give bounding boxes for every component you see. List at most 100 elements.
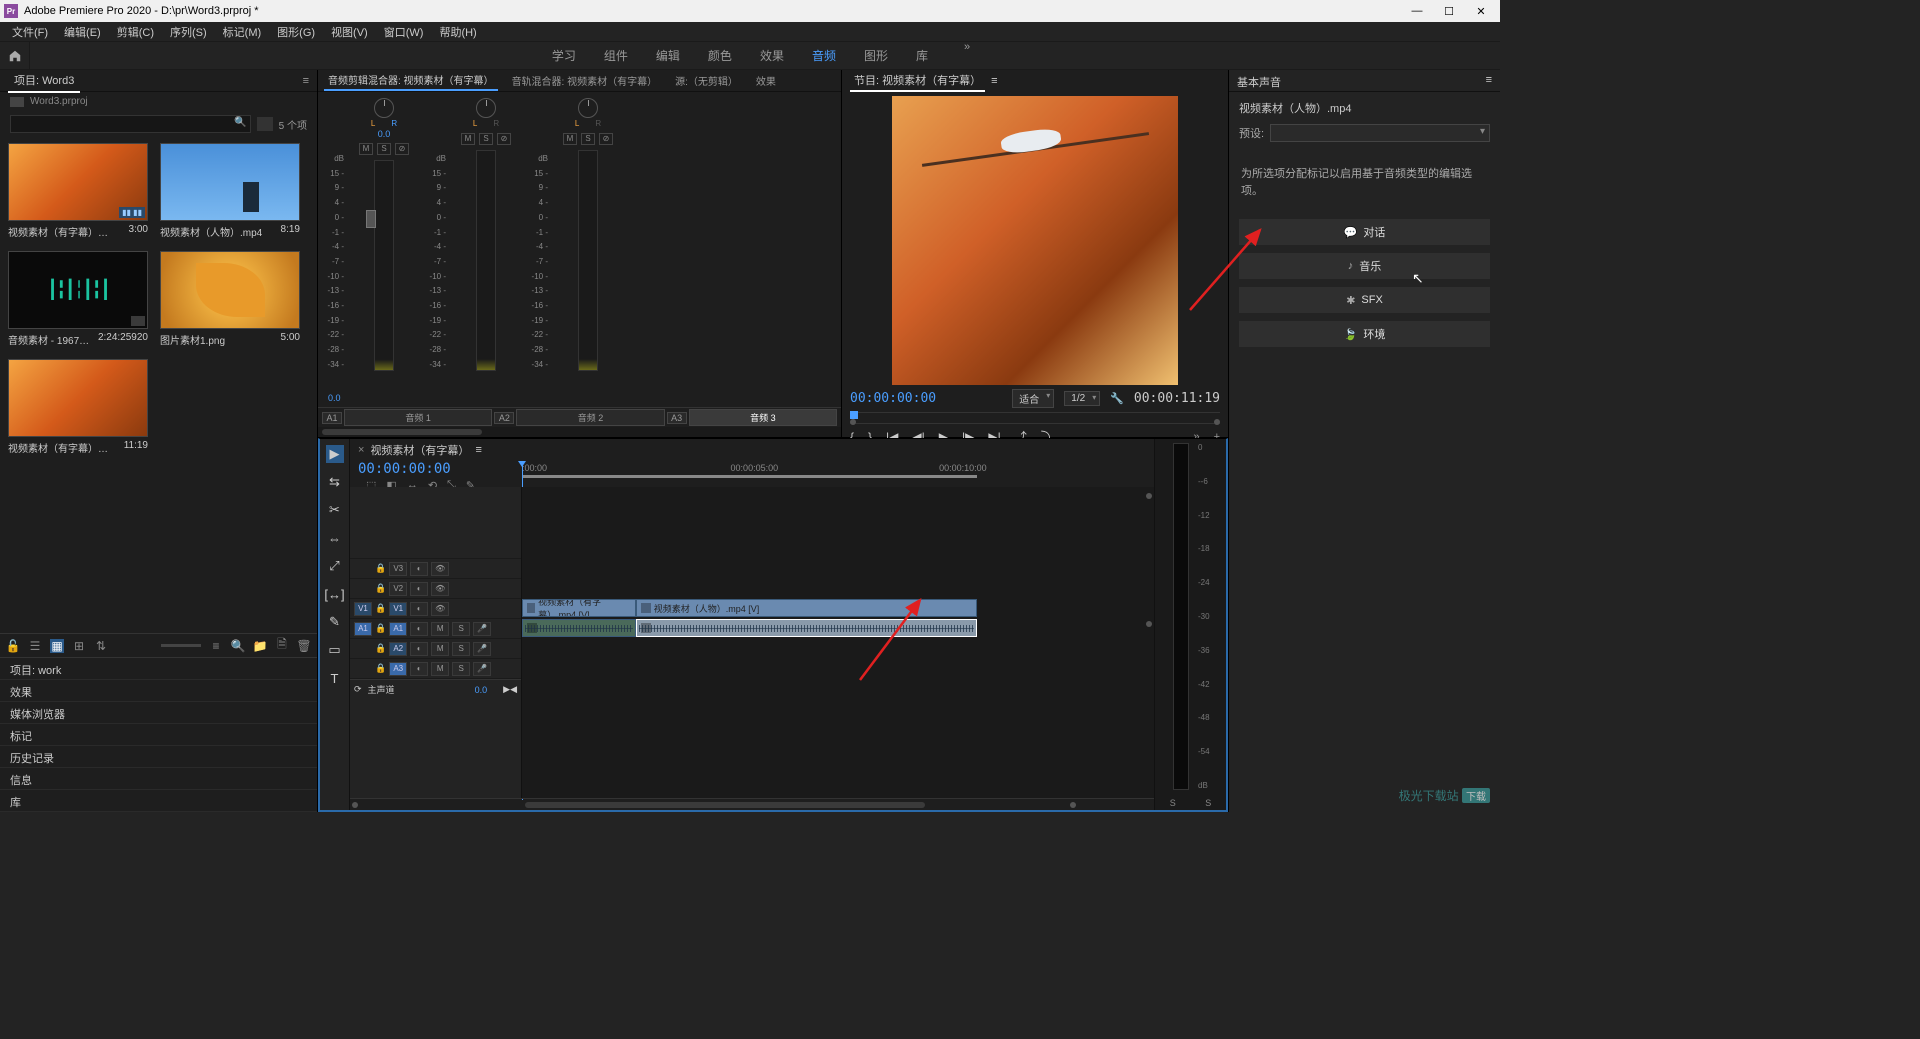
work-area-bar[interactable] [522,475,977,478]
track-name[interactable]: 音频 1 [344,409,492,426]
track-select-tool[interactable]: ⇆ [326,473,344,491]
solo-button[interactable]: S [581,133,595,145]
solo-indicator[interactable]: S [1170,798,1176,808]
solo-button[interactable]: S [452,662,470,676]
program-viewport[interactable] [892,96,1178,385]
track-target[interactable]: V2 [389,582,407,596]
rectangle-tool[interactable]: ▭ [326,641,344,659]
solo-button[interactable]: S [479,133,493,145]
program-tab[interactable]: 节目: 视频素材（有字幕） [850,70,985,92]
volume-fader[interactable] [366,210,376,228]
source-patch[interactable]: V1 [354,602,372,616]
lock-icon[interactable]: 🔒 [375,563,386,574]
solo-button[interactable]: S [377,143,391,155]
menu-sequence[interactable]: 序列(S) [164,22,213,42]
lock-icon[interactable]: 🔒 [375,603,386,614]
mute-button[interactable]: M [431,622,449,636]
slip-tool[interactable]: ⤢ [326,557,344,575]
track-target[interactable]: A3 [389,662,407,676]
pan-value[interactable]: 0.0 [378,129,391,139]
sequence-close[interactable]: × [358,444,364,456]
track-target[interactable]: A1 [389,622,407,636]
list-view-button[interactable]: ☰ [28,639,42,653]
lock-icon[interactable]: 🔒 [375,663,386,674]
solo-button[interactable]: S [452,622,470,636]
preset-dropdown[interactable] [1270,124,1490,142]
project-tab[interactable]: 项目: Word3 [8,69,80,93]
sync-lock[interactable]: ◐ [410,582,428,596]
bin-item[interactable]: ▮▮ ▮▮ 视频素材（有字幕）…3:00 [8,143,148,239]
pan-knob[interactable] [476,98,496,118]
panel-menu-button[interactable]: ≡ [991,75,997,87]
mixer-tab-source[interactable]: 源:（无剪辑） [671,71,742,90]
bypass-button[interactable]: ⊘ [497,133,511,145]
zoom-dropdown[interactable]: 适合 [1012,389,1054,408]
workspace-editing[interactable]: 编辑 [652,41,684,70]
pan-knob[interactable] [374,98,394,118]
mute-button[interactable]: M [431,662,449,676]
lock-icon[interactable]: 🔒 [375,623,386,634]
solo-indicator[interactable]: S [1205,798,1211,808]
track-target[interactable]: V3 [389,562,407,576]
panel-tab-libraries[interactable]: 库 [0,790,317,812]
freeform-view-button[interactable]: ⊞ [72,639,86,653]
new-item-button[interactable]: 🗎 [275,639,289,653]
delete-button[interactable]: 🗑 [297,639,311,653]
find-button[interactable]: 🔍 [231,639,245,653]
track-target[interactable]: A2 [389,642,407,656]
video-clip[interactable]: 视频素材（有字幕）.mp4 [V] [522,599,636,617]
eye-icon[interactable]: 👁 [431,582,449,596]
mute-button[interactable]: M [461,133,475,145]
sfx-button[interactable]: ✱SFX [1239,287,1490,313]
workspace-color[interactable]: 颜色 [704,41,736,70]
new-bin-button[interactable]: 📁 [253,639,267,653]
panel-tab-info[interactable]: 信息 [0,768,317,790]
music-button[interactable]: ♪音乐 [1239,253,1490,279]
playhead-icon[interactable] [850,411,858,419]
sequence-name[interactable]: 视频素材（有字幕） [370,442,469,458]
selection-tool[interactable]: ▶ [326,445,344,463]
mixer-tab-track[interactable]: 音轨混合器: 视频素材（有字幕） [508,71,662,90]
lock-icon[interactable]: 🔒 [375,643,386,654]
icon-view-button[interactable]: ▦ [50,639,64,653]
bin-item[interactable]: 视频素材（人物）.mp48:19 [160,143,300,239]
voice-over-button[interactable]: 🎤 [473,642,491,656]
ripple-tool[interactable]: ✂ [326,501,344,519]
marker-icon[interactable]: ▶◀ [503,684,517,695]
bin-item[interactable]: 视频素材（有字幕）…11:19 [8,359,148,455]
timeline-timecode[interactable]: 00:00:00:00 [358,461,514,477]
home-button[interactable] [0,42,30,69]
workspace-assembly[interactable]: 组件 [600,41,632,70]
voice-over-button[interactable]: 🎤 [473,622,491,636]
panel-tab-media-browser[interactable]: 媒体浏览器 [0,702,317,724]
program-scrubber[interactable] [850,412,1220,424]
ambience-button[interactable]: 🍃环境 [1239,321,1490,347]
panel-tab-markers[interactable]: 标记 [0,724,317,746]
menu-edit[interactable]: 编辑(E) [58,22,107,42]
window-maximize-button[interactable]: ☐ [1442,5,1456,18]
track-target[interactable]: V1 [389,602,407,616]
menu-help[interactable]: 帮助(H) [433,22,482,42]
video-clip[interactable]: 视频素材（人物）.mp4 [V] [636,599,977,617]
iconview-button[interactable] [257,117,273,131]
timecode-current[interactable]: 00:00:00:00 [850,391,936,406]
pen-tool[interactable]: [↔] [326,585,344,603]
sync-lock[interactable]: ◐ [410,662,428,676]
lock-icon[interactable]: 🔒 [375,583,386,594]
window-close-button[interactable]: ✕ [1474,5,1488,18]
track-name[interactable]: 音频 3 [689,409,837,426]
menu-window[interactable]: 窗口(W) [378,22,430,42]
voice-over-button[interactable]: 🎤 [473,662,491,676]
mixer-scrollbar[interactable] [318,427,841,437]
bypass-button[interactable]: ⊘ [599,133,613,145]
audio-clip-selected[interactable] [636,619,977,637]
panel-tab-effects[interactable]: 效果 [0,680,317,702]
workspace-learn[interactable]: 学习 [548,41,580,70]
sync-lock[interactable]: ◐ [410,642,428,656]
window-minimize-button[interactable]: — [1410,5,1424,18]
audio-clip[interactable] [522,619,636,637]
menu-marker[interactable]: 标记(M) [217,22,268,42]
search-input[interactable] [10,115,251,133]
auto-seq-button[interactable]: ≡ [209,639,223,653]
menu-view[interactable]: 视图(V) [325,22,374,42]
